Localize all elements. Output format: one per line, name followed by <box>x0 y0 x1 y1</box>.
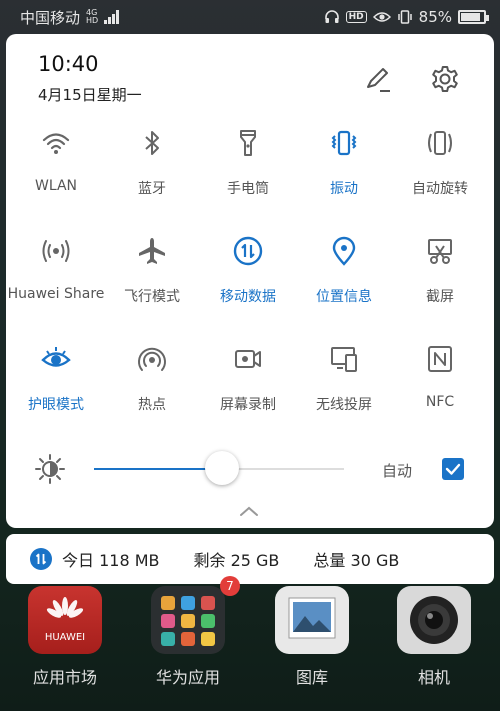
network-hd-label: HD <box>86 16 99 25</box>
tile-vibrate[interactable]: 振动 <box>296 126 392 226</box>
mobile-data-icon <box>233 236 263 266</box>
hd-icon: HD <box>345 11 367 23</box>
tile-auto-rotate[interactable]: 自动旋转 <box>392 126 488 226</box>
tile-label: 无线投屏 <box>316 397 372 413</box>
screenshot-icon <box>428 239 452 264</box>
tile-eye-comfort[interactable]: 护眼模式 <box>8 342 104 442</box>
tile-label: 位置信息 <box>316 289 372 305</box>
battery-icon <box>458 10 489 24</box>
checkmark-icon <box>445 463 461 475</box>
tile-label: NFC <box>425 394 455 410</box>
tile-label: 截屏 <box>426 289 454 305</box>
brightness-slider-thumb[interactable] <box>204 451 239 485</box>
brightness-slider[interactable] <box>94 451 344 485</box>
network-type: 4G HD <box>86 9 98 25</box>
appgallery-icon: HUAWEI <box>28 586 102 654</box>
carrier-label: 中国移动 <box>20 8 81 27</box>
tile-screen-record[interactable]: 屏幕录制 <box>200 342 296 442</box>
notification-badge: 7 <box>220 576 240 596</box>
tile-location[interactable]: 位置信息 <box>296 234 392 334</box>
tile-label: WLAN <box>34 178 77 194</box>
app-label: 华为应用 <box>155 668 220 687</box>
tile-wireless-projection[interactable]: 无线投屏 <box>296 342 392 442</box>
tile-label: 移动数据 <box>220 289 276 305</box>
app-label: 相机 <box>417 668 450 687</box>
mobile-data-icon <box>30 548 52 570</box>
wifi-icon <box>42 133 70 154</box>
huawei-apps-folder-icon <box>151 586 225 654</box>
appgallery-brand-text: HUAWEI <box>44 632 86 643</box>
home-app-row: HUAWEI 应用市场 7 华为应用 图库 相机 <box>0 576 500 711</box>
gear-icon[interactable] <box>430 64 460 94</box>
tile-label: Huawei Share <box>7 286 105 302</box>
data-usage-bar[interactable]: 今日 118 MB 剩余 25 GB 总量 30 GB <box>6 534 494 584</box>
app-label: 应用市场 <box>32 668 97 687</box>
tile-label: 蓝牙 <box>138 181 166 197</box>
tile-label: 屏幕录制 <box>220 397 276 413</box>
status-bar: 中国移动 4G HD HD 85% <box>0 0 500 34</box>
tile-mobile-data[interactable]: 移动数据 <box>200 234 296 334</box>
flashlight-icon <box>240 130 256 156</box>
share-icon <box>42 240 70 262</box>
eye-comfort-icon <box>41 347 71 367</box>
edit-icon[interactable] <box>362 64 392 94</box>
rotate-icon <box>428 131 452 155</box>
app-label: 图库 <box>295 668 328 687</box>
tile-label: 手电筒 <box>227 181 269 197</box>
brightness-slider-fill <box>94 468 222 470</box>
bluetooth-icon <box>145 131 159 155</box>
tile-wlan[interactable]: WLAN <box>8 126 104 226</box>
signal-icon <box>104 10 120 24</box>
tile-label: 热点 <box>138 397 166 413</box>
nfc-icon <box>428 346 452 372</box>
tile-airplane[interactable]: 飞行模式 <box>104 234 200 334</box>
vibrate-icon <box>397 10 412 24</box>
chevron-up-icon[interactable] <box>238 504 260 518</box>
gallery-icon <box>275 586 349 654</box>
clock-date[interactable]: 4月15日星期一 <box>38 84 142 105</box>
hotspot-icon <box>138 347 166 371</box>
tile-label: 振动 <box>330 181 358 197</box>
tile-label: 飞行模式 <box>124 289 180 305</box>
tile-flashlight[interactable]: 手电筒 <box>200 126 296 226</box>
tile-nfc[interactable]: NFC <box>392 342 488 442</box>
tile-label: 自动旋转 <box>412 181 468 197</box>
auto-brightness-checkbox[interactable] <box>442 458 464 480</box>
quick-settings-panel: 10:40 4月15日星期一 WLAN 蓝牙 手电筒 振动 自动旋转 Huawe… <box>6 34 494 528</box>
tile-screenshot[interactable]: 截屏 <box>392 234 488 334</box>
headphones-icon <box>324 10 339 23</box>
data-today: 今日 118 MB <box>62 551 160 570</box>
battery-percent: 85% <box>418 8 452 26</box>
tile-huawei-share[interactable]: Huawei Share <box>8 234 104 334</box>
location-icon <box>332 236 356 266</box>
vibrate-icon <box>331 130 357 156</box>
airplane-icon <box>139 238 165 264</box>
data-remaining: 剩余 25 GB <box>193 551 280 570</box>
clock-time[interactable]: 10:40 <box>38 52 99 76</box>
screen-record-icon <box>235 350 261 368</box>
tile-label: 护眼模式 <box>28 397 84 413</box>
auto-brightness-label: 自动 <box>382 462 413 480</box>
wireless-projection-icon <box>331 347 357 372</box>
data-total: 总量 30 GB <box>313 551 400 570</box>
eye-icon <box>372 12 391 22</box>
tile-bluetooth[interactable]: 蓝牙 <box>104 126 200 226</box>
brightness-icon <box>35 454 65 484</box>
tile-hotspot[interactable]: 热点 <box>104 342 200 442</box>
camera-icon <box>397 586 471 654</box>
